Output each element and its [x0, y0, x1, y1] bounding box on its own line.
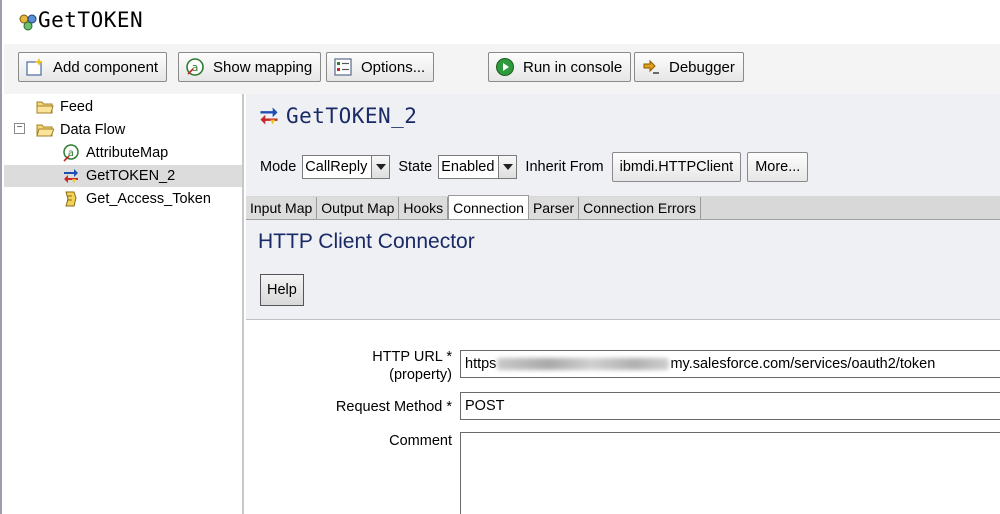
- tree-item-data-flow[interactable]: − Data Flow: [4, 119, 242, 141]
- state-label: State: [398, 159, 433, 175]
- folder-icon: [36, 98, 54, 116]
- more-button[interactable]: More...: [747, 152, 809, 182]
- add-component-button[interactable]: Add component: [18, 52, 168, 82]
- tab-connection[interactable]: Connection: [448, 195, 529, 219]
- tree-item-gettoken-2[interactable]: GetTOKEN_2: [4, 165, 242, 187]
- tree-item-feed[interactable]: Feed: [4, 96, 242, 118]
- script-icon: [62, 190, 80, 208]
- collapse-toggle[interactable]: −: [14, 123, 25, 134]
- dropdown-arrow-icon[interactable]: [498, 156, 517, 178]
- inherit-from-button[interactable]: ibmdi.HTTPClient: [611, 152, 742, 182]
- component-editor: GetTOKEN_2 Mode CallReply State Enabled: [246, 94, 1000, 514]
- run-icon: [495, 57, 515, 77]
- debugger-label: Debugger: [669, 58, 735, 76]
- connector-icon: [62, 167, 80, 185]
- show-mapping-label: Show mapping: [213, 58, 313, 76]
- component-tree: Feed − Data Flow a AttributeMap GetTOKEN…: [4, 94, 244, 514]
- http-url-field[interactable]: https my.salesforce.com/services/oauth2/…: [460, 350, 1000, 378]
- component-title: GetTOKEN_2: [258, 104, 417, 128]
- tree-item-label: Get_Access_Token: [86, 191, 211, 207]
- help-button[interactable]: Help: [260, 274, 304, 306]
- options-label: Options...: [361, 58, 426, 76]
- window-title: GetTOKEN: [38, 8, 144, 32]
- inherit-from-label: Inherit From: [525, 159, 604, 175]
- http-url-prefix: https: [465, 356, 497, 372]
- tab-hooks[interactable]: Hooks: [399, 197, 449, 219]
- tree-item-label: Data Flow: [60, 122, 126, 138]
- application-window: GetTOKEN Add component a Show mapping Op…: [0, 0, 1000, 514]
- svg-text:a: a: [68, 148, 74, 159]
- tree-item-label: GetTOKEN_2: [86, 168, 176, 184]
- attribute-map-icon: a: [62, 144, 80, 162]
- assembly-line-icon: [18, 12, 38, 32]
- http-url-label-line2: (property): [389, 367, 452, 383]
- http-url-label: HTTP URL * (property): [372, 348, 452, 384]
- folder-open-icon: [36, 121, 54, 139]
- run-in-console-button[interactable]: Run in console: [488, 52, 632, 82]
- request-method-field[interactable]: POST: [460, 392, 1000, 420]
- debugger-button[interactable]: Debugger: [634, 52, 744, 82]
- connector-title: HTTP Client Connector: [258, 230, 475, 253]
- state-select[interactable]: Enabled: [438, 155, 518, 179]
- mapping-icon: a: [185, 57, 205, 77]
- mode-value: CallReply: [305, 159, 368, 175]
- http-url-suffix: my.salesforce.com/services/oauth2/token: [670, 356, 936, 372]
- component-settings-row: Mode CallReply State Enabled Inherit Fro…: [260, 152, 809, 182]
- connection-header: HTTP Client Connector Help: [246, 220, 1000, 320]
- options-button[interactable]: Options...: [326, 52, 435, 82]
- tree-item-label: Feed: [60, 99, 94, 115]
- comment-textarea[interactable]: [460, 432, 1000, 514]
- request-method-label: Request Method *: [335, 399, 452, 415]
- component-header: GetTOKEN_2 Mode CallReply State Enabled: [246, 94, 1000, 196]
- mode-select[interactable]: CallReply: [302, 155, 391, 179]
- component-name: GetTOKEN_2: [286, 104, 418, 128]
- state-value: Enabled: [441, 159, 495, 175]
- title-bar: GetTOKEN: [4, 0, 1000, 44]
- tab-input-map[interactable]: Input Map: [246, 197, 318, 219]
- redacted-hostname: [497, 358, 670, 370]
- editor-tabs: Input Map Output Map Hooks Connection Pa…: [246, 195, 1000, 220]
- add-component-icon: [25, 57, 45, 77]
- tree-item-attribute-map[interactable]: a AttributeMap: [4, 142, 242, 164]
- comment-label: Comment: [389, 433, 452, 449]
- connector-icon: [258, 105, 280, 127]
- tab-parser[interactable]: Parser: [528, 197, 580, 219]
- http-url-label-line1: HTTP URL *: [372, 349, 452, 365]
- tab-output-map[interactable]: Output Map: [317, 197, 400, 219]
- connection-form: HTTP URL * (property) https my.salesforc…: [246, 320, 1000, 514]
- toolbar: Add component a Show mapping Options... …: [4, 44, 1000, 94]
- run-in-console-label: Run in console: [523, 58, 623, 76]
- tree-item-label: AttributeMap: [86, 145, 169, 161]
- show-mapping-button[interactable]: a Show mapping: [178, 52, 322, 82]
- tab-connection-errors[interactable]: Connection Errors: [579, 197, 701, 219]
- debugger-icon: [641, 57, 661, 77]
- tree-item-get-access-token[interactable]: Get_Access_Token: [4, 188, 242, 210]
- svg-text:a: a: [192, 61, 199, 74]
- add-component-label: Add component: [53, 58, 159, 76]
- mode-label: Mode: [260, 159, 297, 175]
- dropdown-arrow-icon[interactable]: [371, 156, 390, 178]
- options-icon: [333, 57, 353, 77]
